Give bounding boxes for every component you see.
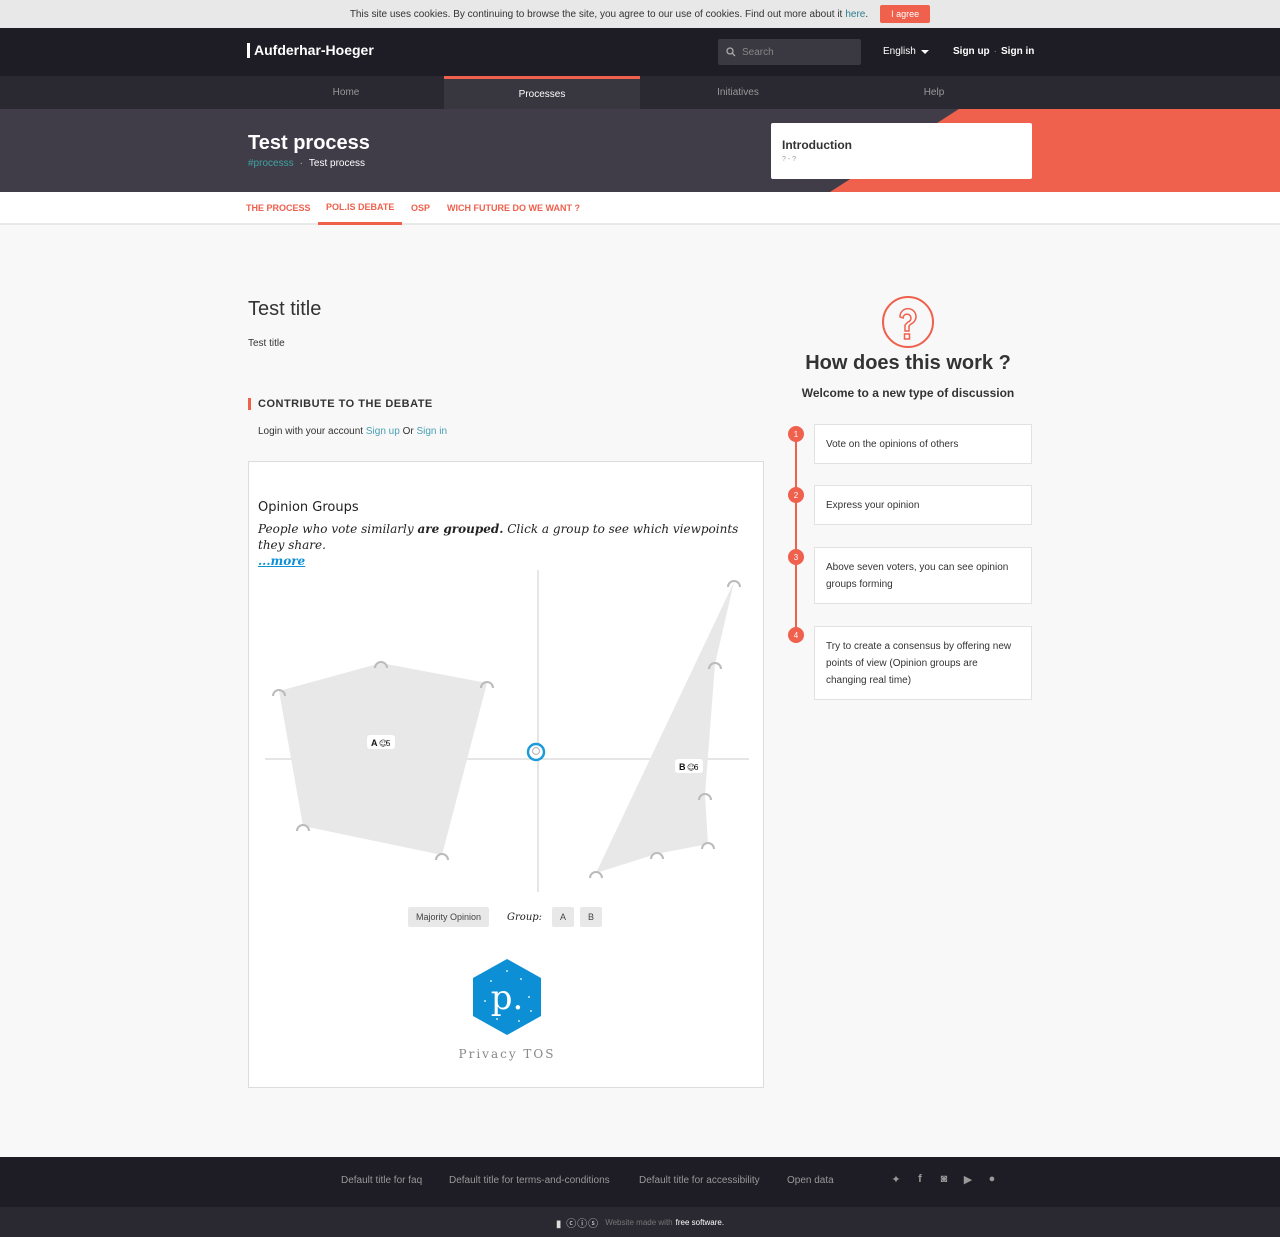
- phase-title: Introduction: [782, 138, 852, 152]
- phase-dates: ? - ?: [782, 156, 797, 163]
- tab-future[interactable]: WICH FUTURE DO WE WANT ?: [439, 192, 588, 223]
- step-number: 1: [788, 426, 804, 442]
- nav-initiatives[interactable]: Initiatives: [640, 76, 836, 109]
- group-b-button[interactable]: B: [580, 907, 603, 927]
- instagram-icon[interactable]: ◙: [938, 1173, 950, 1186]
- nav-help[interactable]: Help: [836, 76, 1032, 109]
- step-number: 2: [788, 487, 804, 503]
- social-links: ✦ f ◙ ▶ ●: [890, 1173, 998, 1186]
- cookie-more-link[interactable]: here: [845, 9, 865, 20]
- opinion-groups-heading: Opinion Groups: [258, 500, 359, 515]
- polis-logo[interactable]: p.: [471, 957, 543, 1037]
- twitter-icon[interactable]: ✦: [890, 1173, 902, 1186]
- group-b-label[interactable]: B ☺ 6: [675, 759, 703, 773]
- process-title: Test process: [248, 132, 370, 154]
- majority-opinion-button[interactable]: Majority Opinion: [408, 907, 490, 927]
- steps-timeline: [795, 434, 797, 634]
- step-number: 3: [788, 549, 804, 565]
- nav-processes[interactable]: Processes: [444, 76, 640, 109]
- process-hero: Test process #processs · Test process Intr…: [0, 109, 1280, 192]
- svg-text:B: B: [679, 762, 686, 772]
- footer-link-terms[interactable]: Default title for terms-and-conditions: [449, 1175, 610, 1186]
- group-label: Group:: [507, 911, 543, 923]
- page-subtitle: Test title: [248, 338, 285, 349]
- polis-footer-links[interactable]: Privacy TOS: [249, 1047, 765, 1061]
- process-subnav: THE PROCESS POL.IS DEBATE OSP WICH FUTUR…: [0, 192, 1280, 225]
- group-controls: Majority Opinion Group: A B: [408, 907, 603, 927]
- svg-text:6: 6: [694, 763, 699, 772]
- made-with-text: Website made with: [605, 1217, 673, 1227]
- hashtag-link[interactable]: #processs: [248, 158, 294, 169]
- tab-polis-debate[interactable]: POL.IS DEBATE: [318, 192, 403, 225]
- tab-osp[interactable]: OSP: [403, 192, 438, 223]
- language-selector[interactable]: English: [883, 46, 929, 57]
- tab-the-process[interactable]: THE PROCESS: [238, 192, 319, 223]
- breadcrumb-current: Test process: [308, 158, 366, 169]
- step-card: Express your opinion: [814, 485, 1032, 525]
- polis-embed: Opinion Groups People who vote similarly…: [248, 461, 764, 1088]
- svg-text:p.: p.: [491, 978, 524, 1018]
- step-card: Try to create a consensus by offering ne…: [814, 626, 1032, 700]
- you-marker: [526, 742, 546, 762]
- phase-card[interactable]: Introduction ? - ?: [771, 123, 1032, 179]
- svg-text:5: 5: [386, 739, 391, 748]
- opinion-groups-plot[interactable]: A ☺ 5 B ☺ 6: [249, 562, 765, 892]
- group-a-label[interactable]: A ☺ 5: [367, 735, 395, 749]
- search-icon: [726, 47, 736, 57]
- breadcrumb: #processs · Test process: [248, 158, 366, 169]
- free-software-link[interactable]: free software.: [676, 1218, 724, 1227]
- sign-up-link[interactable]: Sign up: [953, 46, 990, 57]
- login-prompt: Login with your account Sign up Or Sign …: [258, 426, 448, 437]
- signup-link[interactable]: Sign up: [366, 426, 400, 437]
- group-a-hull[interactable]: [279, 663, 487, 855]
- site-footer: Default title for faq Default title for …: [0, 1157, 1280, 1207]
- main-nav: Home Processes Initiatives Help: [0, 76, 1280, 109]
- footer-bottom: ▮ ⓒⓘⓢ Website made with free software.: [0, 1207, 1280, 1237]
- how-it-works-title: How does this work ?: [805, 352, 1011, 374]
- search-box[interactable]: [718, 39, 861, 65]
- language-label: English: [883, 46, 916, 57]
- step-card: Vote on the opinions of others: [814, 424, 1032, 464]
- footer-link-open-data[interactable]: Open data: [787, 1175, 834, 1186]
- step-card: Above seven voters, you can see opinion …: [814, 547, 1032, 604]
- auth-links: Sign up · Sign in: [953, 46, 1035, 57]
- page-title: Test title: [248, 298, 322, 320]
- cc-license-icon: ▮ ⓒⓘⓢ: [555, 1218, 600, 1230]
- nav-home[interactable]: Home: [248, 76, 444, 109]
- group-b-hull[interactable]: [596, 582, 734, 873]
- site-logo[interactable]: Aufderhar-Hoeger: [247, 43, 374, 58]
- github-icon[interactable]: ●: [986, 1173, 998, 1186]
- group-a-button[interactable]: A: [552, 907, 575, 927]
- search-input[interactable]: [742, 46, 852, 58]
- facebook-icon[interactable]: f: [914, 1173, 926, 1186]
- signin-link[interactable]: Sign in: [416, 426, 447, 437]
- footer-link-faq[interactable]: Default title for faq: [341, 1175, 422, 1186]
- youtube-icon[interactable]: ▶: [962, 1173, 974, 1186]
- cookie-agree-button[interactable]: I agree: [880, 5, 931, 23]
- top-header: Aufderhar-Hoeger English Sign up·Sign in: [0, 28, 1280, 76]
- step-number: 4: [788, 627, 804, 643]
- question-icon: [882, 296, 934, 348]
- svg-text:A: A: [371, 738, 378, 748]
- contribute-heading: CONTRIBUTE TO THE DEBATE: [248, 398, 433, 410]
- chevron-down-icon: [920, 49, 929, 54]
- cookie-text: This site uses cookies. By continuing to…: [349, 8, 843, 20]
- cookie-banner: This site uses cookies. By continuing to…: [0, 0, 1280, 28]
- sign-in-link[interactable]: Sign in: [1001, 46, 1034, 57]
- footer-link-accessibility[interactable]: Default title for accessibility: [639, 1175, 760, 1186]
- how-it-works-subtitle: Welcome to a new type of discussion: [801, 386, 1015, 400]
